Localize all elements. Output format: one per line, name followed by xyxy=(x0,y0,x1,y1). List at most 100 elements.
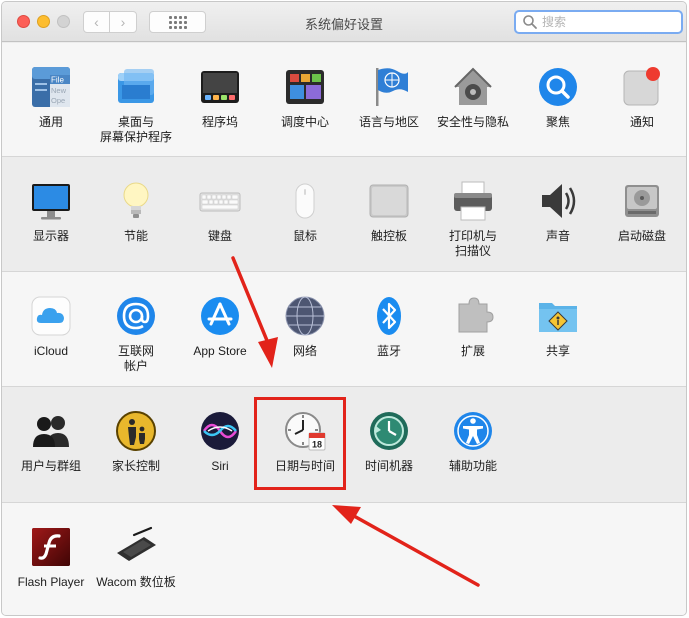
pref-icloud[interactable]: iCloud xyxy=(9,294,93,359)
displays-icon xyxy=(32,184,70,220)
mission-control-icon xyxy=(286,70,324,104)
internet-accounts-icon xyxy=(117,297,155,335)
pref-flash-player[interactable]: Flash Player xyxy=(9,525,93,590)
app-store-icon xyxy=(201,297,239,335)
pref-mission-control[interactable]: 调度中心 xyxy=(263,65,347,130)
energy-saver-icon xyxy=(123,182,149,218)
pref-sound[interactable]: 声音 xyxy=(516,179,600,244)
siri-icon xyxy=(201,412,239,450)
pref-extensions[interactable]: 扩展 xyxy=(431,294,515,359)
chevron-right-icon: › xyxy=(120,14,126,30)
mouse-icon xyxy=(295,183,315,219)
pref-security-privacy[interactable]: 安全性与隐私 xyxy=(431,65,515,130)
pref-time-machine[interactable]: 时间机器 xyxy=(347,409,431,474)
pref-label: 启动磁盘 xyxy=(617,229,666,243)
search-field[interactable] xyxy=(514,10,683,34)
pref-wacom-tablet[interactable]: Wacom 数位板 xyxy=(94,525,178,590)
chevron-left-icon: ‹ xyxy=(94,14,99,30)
pref-label: Flash Player xyxy=(17,575,85,589)
pref-label: 聚焦 xyxy=(545,115,570,129)
pref-label: 共享 xyxy=(545,344,570,358)
pref-label: 时间机器 xyxy=(364,459,413,473)
pref-label: 声音 xyxy=(545,229,570,243)
pref-accessibility[interactable]: 辅助功能 xyxy=(431,409,515,474)
language-region-icon xyxy=(376,68,408,106)
pref-label: 打印机与 扫描仪 xyxy=(448,229,497,258)
trackpad-icon xyxy=(369,184,409,218)
pref-general[interactable]: File New Ope 通用 xyxy=(9,65,93,130)
pref-label: 安全性与隐私 xyxy=(436,115,509,129)
hardware-section: 显示器 节能 键盘 鼠标 触控板 打印机与 扫描仪 声音 启动磁盘 xyxy=(2,157,686,272)
pref-desktop-screensaver[interactable]: 桌面与 屏幕保护程序 xyxy=(94,65,178,145)
pref-date-time[interactable]: 18 日期与时间 xyxy=(263,409,347,474)
pref-mouse[interactable]: 鼠标 xyxy=(263,179,347,244)
title-bar: ‹ › 系统偏好设置 xyxy=(2,2,686,42)
pref-label: 日期与时间 xyxy=(274,459,335,473)
pref-app-store[interactable]: App Store xyxy=(178,294,262,359)
pref-internet-accounts[interactable]: 互联网 帐户 xyxy=(94,294,178,374)
pref-label: 通用 xyxy=(38,115,63,129)
pref-language-region[interactable]: 语言与地区 xyxy=(347,65,431,130)
pref-startup-disk[interactable]: 启动磁盘 xyxy=(600,179,684,244)
pref-users-groups[interactable]: 用户与群组 xyxy=(9,409,93,474)
search-input[interactable] xyxy=(542,15,672,29)
sound-icon xyxy=(542,184,576,218)
pref-label: 触控板 xyxy=(370,229,407,243)
zoom-window-button[interactable] xyxy=(57,15,70,28)
time-machine-icon xyxy=(370,412,408,450)
pref-label: iCloud xyxy=(33,344,69,358)
pref-label: 互联网 帐户 xyxy=(117,344,154,373)
icloud-icon xyxy=(31,296,71,336)
users-groups-icon xyxy=(33,416,69,447)
parental-controls-icon xyxy=(116,411,156,451)
pref-dock[interactable]: 程序坞 xyxy=(178,65,262,130)
minimize-window-button[interactable] xyxy=(37,15,50,28)
pref-network[interactable]: 网络 xyxy=(263,294,347,359)
pref-label: 键盘 xyxy=(207,229,232,243)
flash-player-icon xyxy=(32,528,70,566)
grid-icon xyxy=(168,15,187,29)
pref-label: 用户与群组 xyxy=(20,459,81,473)
pref-label: 鼠标 xyxy=(292,229,317,243)
forward-button[interactable]: › xyxy=(110,11,137,33)
pref-label: 家长控制 xyxy=(111,459,160,473)
startup-disk-icon xyxy=(625,185,659,217)
show-all-button[interactable] xyxy=(149,11,206,33)
pref-label: 显示器 xyxy=(32,229,69,243)
internet-wireless-section: iCloud 互联网 帐户 App Store 网络 蓝牙 扩展 共享 xyxy=(2,272,686,387)
pref-energy-saver[interactable]: 节能 xyxy=(94,179,178,244)
pref-label: 辅助功能 xyxy=(448,459,497,473)
system-preferences-window: ‹ › 系统偏好设置 搜索 File New Ope 通用 桌面与 屏幕保护程序… xyxy=(1,1,687,616)
date-time-icon: 18 xyxy=(285,412,326,451)
pref-label: 蓝牙 xyxy=(376,344,401,358)
extensions-icon xyxy=(458,297,494,333)
pref-bluetooth[interactable]: 蓝牙 xyxy=(347,294,431,359)
pref-trackpad[interactable]: 触控板 xyxy=(347,179,431,244)
network-icon xyxy=(285,296,325,336)
pref-notifications[interactable]: 通知 xyxy=(600,65,684,130)
close-window-button[interactable] xyxy=(17,15,30,28)
pref-label: 扩展 xyxy=(460,344,485,358)
pref-displays[interactable]: 显示器 xyxy=(9,179,93,244)
pref-keyboard[interactable]: 键盘 xyxy=(178,179,262,244)
pref-label: 程序坞 xyxy=(201,115,238,129)
svg-text:18: 18 xyxy=(312,440,322,450)
pref-label: App Store xyxy=(193,344,247,358)
pref-sharing[interactable]: 共享 xyxy=(516,294,600,359)
pref-label: 网络 xyxy=(292,344,317,358)
sharing-icon xyxy=(539,303,577,332)
pref-label: 节能 xyxy=(123,229,148,243)
accessibility-icon xyxy=(454,412,492,450)
back-button[interactable]: ‹ xyxy=(83,11,110,33)
security-privacy-icon xyxy=(454,67,492,105)
desktop-screensaver-icon xyxy=(118,69,154,103)
pref-spotlight[interactable]: 聚焦 xyxy=(516,65,600,130)
dock-icon xyxy=(201,71,239,103)
pref-siri[interactable]: Siri xyxy=(178,409,262,474)
pref-printers-scanners[interactable]: 打印机与 扫描仪 xyxy=(431,179,515,259)
pref-parental-controls[interactable]: 家长控制 xyxy=(94,409,178,474)
pref-label: 桌面与 屏幕保护程序 xyxy=(99,115,172,144)
svg-text:Ope: Ope xyxy=(51,96,65,105)
svg-text:New: New xyxy=(51,86,67,95)
pref-label: Siri xyxy=(211,459,229,473)
